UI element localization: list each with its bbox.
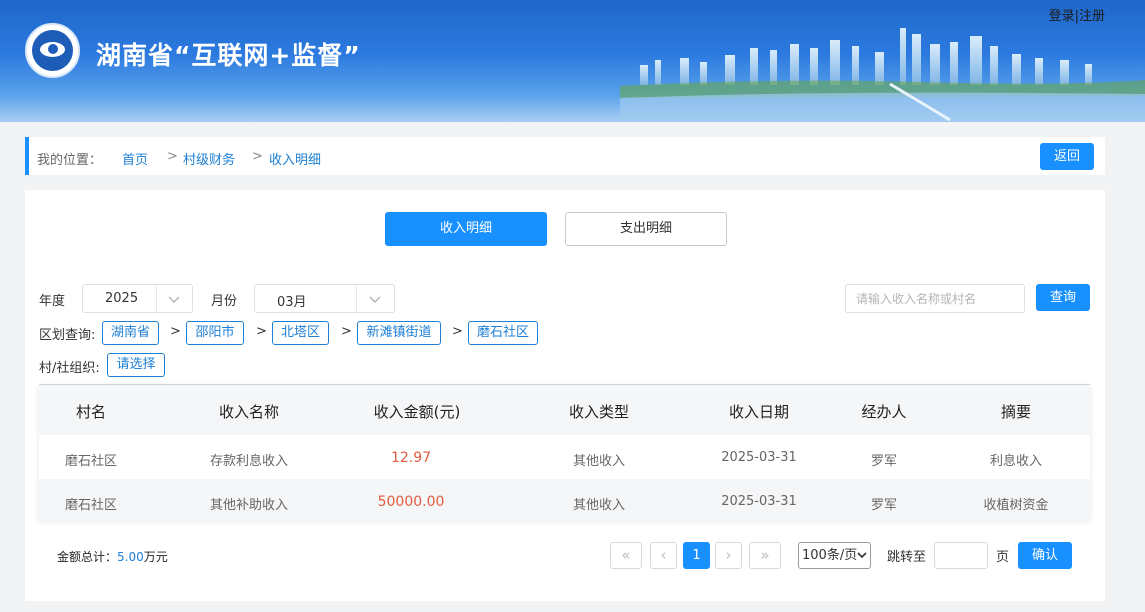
last-page-button[interactable]: » (749, 542, 781, 569)
table-cell-amount: 12.97 (390, 450, 432, 466)
column-header: 收入类型 (568, 403, 629, 421)
table-cell: 磨石社区 (64, 454, 117, 469)
org-label: 村/社组织: (39, 361, 100, 376)
column-header: 摘要 (1000, 403, 1031, 421)
year-label: 年度 (39, 294, 66, 309)
amount-total: 金额总计：5.00万元 (57, 548, 168, 565)
table-cell-amount: 50000.00 (377, 494, 445, 510)
auth-links: 登录|注册 (1049, 5, 1105, 24)
table-row[interactable]: 磨石社区 其他补助收入 50000.00 其他收入 2025-03-31 罗军 … (39, 479, 1090, 523)
tab-expense-detail[interactable]: 支出明细 (565, 212, 727, 246)
jump-page-input[interactable] (934, 542, 988, 569)
register-link[interactable]: 注册 (1079, 9, 1105, 24)
page-unit-label: 页 (996, 550, 1010, 565)
region-chip-district[interactable]: 北塔区 (272, 321, 329, 345)
income-table: 村名 收入名称 收入金额(元) 收入类型 收入日期 经办人 摘要 磨石社区 存款… (39, 384, 1090, 523)
region-separator: > (170, 324, 181, 339)
site-title: 湖南省“互联网+监督” (96, 41, 361, 70)
table-cell: 磨石社区 (64, 498, 117, 513)
breadcrumb-prefix: 我的位置： (37, 153, 103, 168)
region-chip-community[interactable]: 磨石社区 (468, 321, 538, 345)
column-header: 收入金额(元) (373, 403, 461, 421)
year-value: 2025 (105, 291, 139, 306)
column-header: 收入日期 (728, 403, 789, 421)
table-cell: 罗军 (870, 454, 897, 469)
table-cell: 存款利息收入 (209, 454, 288, 469)
column-header: 收入名称 (218, 403, 279, 421)
total-unit: 万元 (143, 550, 168, 564)
region-separator: > (341, 324, 352, 339)
city-skyline-banner (620, 28, 1145, 122)
main-panel: 收入明细 支出明细 年度 2025 月份 03月 查询 区划查询: 湖南省 > … (25, 190, 1105, 601)
month-label: 月份 (211, 294, 238, 309)
chevron-down-icon (168, 296, 180, 303)
jump-label: 跳转至 (887, 550, 927, 565)
month-select[interactable]: 03月 (254, 284, 395, 313)
year-select[interactable]: 2025 (82, 284, 193, 313)
total-label: 金额总计： (57, 550, 118, 564)
login-link[interactable]: 登录 (1049, 9, 1075, 24)
query-button[interactable]: 查询 (1036, 284, 1090, 311)
page-size-select[interactable]: 100条/页 (798, 542, 871, 569)
first-page-button[interactable]: « (610, 542, 642, 569)
site-header: 湖南省“互联网+监督” 登录|注册 (0, 0, 1145, 122)
org-select-chip[interactable]: 请选择 (107, 353, 165, 377)
column-header: 经办人 (861, 403, 907, 421)
table-cell: 收植树资金 (983, 498, 1049, 513)
chevron-down-icon (369, 296, 381, 303)
table-row[interactable]: 磨石社区 存款利息收入 12.97 其他收入 2025-03-31 罗军 利息收… (39, 435, 1090, 479)
breadcrumb-village-finance[interactable]: 村级财务 (183, 149, 235, 168)
table-cell: 利息收入 (989, 454, 1042, 469)
region-label: 区划查询: (39, 328, 96, 343)
back-button[interactable]: 返回 (1040, 143, 1094, 170)
breadcrumb-separator: > (252, 149, 263, 164)
region-separator: > (256, 324, 267, 339)
prev-page-button[interactable]: ‹ (650, 542, 677, 569)
page-size-value: 100条/页 (802, 548, 858, 563)
breadcrumb-income-detail[interactable]: 收入明细 (269, 149, 321, 168)
region-separator: > (452, 324, 463, 339)
chevron-down-icon (857, 552, 867, 559)
search-input[interactable] (845, 284, 1025, 313)
tab-income-detail[interactable]: 收入明细 (385, 212, 547, 246)
table-header: 村名 收入名称 收入金额(元) 收入类型 收入日期 经办人 摘要 (39, 385, 1090, 435)
breadcrumb-separator: > (167, 149, 178, 164)
page-number-current[interactable]: 1 (683, 542, 710, 569)
table-cell: 其他收入 (572, 454, 625, 469)
table-cell: 2025-03-31 (721, 450, 797, 465)
table-cell: 其他收入 (572, 498, 625, 513)
table-cell: 2025-03-31 (721, 494, 797, 509)
region-chip-city[interactable]: 邵阳市 (186, 321, 244, 345)
month-value: 03月 (277, 295, 307, 310)
table-cell: 罗军 (870, 498, 897, 513)
confirm-button[interactable]: 确认 (1018, 542, 1072, 569)
total-value: 5.00 (117, 550, 144, 564)
eye-logo-icon (25, 23, 80, 78)
table-cell: 其他补助收入 (209, 498, 288, 513)
column-header: 村名 (75, 403, 106, 421)
next-page-button[interactable]: › (715, 542, 742, 569)
breadcrumb: 我的位置： 首页 > 村级财务 > 收入明细 返回 (25, 137, 1105, 175)
region-chip-town[interactable]: 新滩镇街道 (357, 321, 441, 345)
breadcrumb-home[interactable]: 首页 (122, 149, 148, 168)
region-chip-province[interactable]: 湖南省 (102, 321, 159, 345)
